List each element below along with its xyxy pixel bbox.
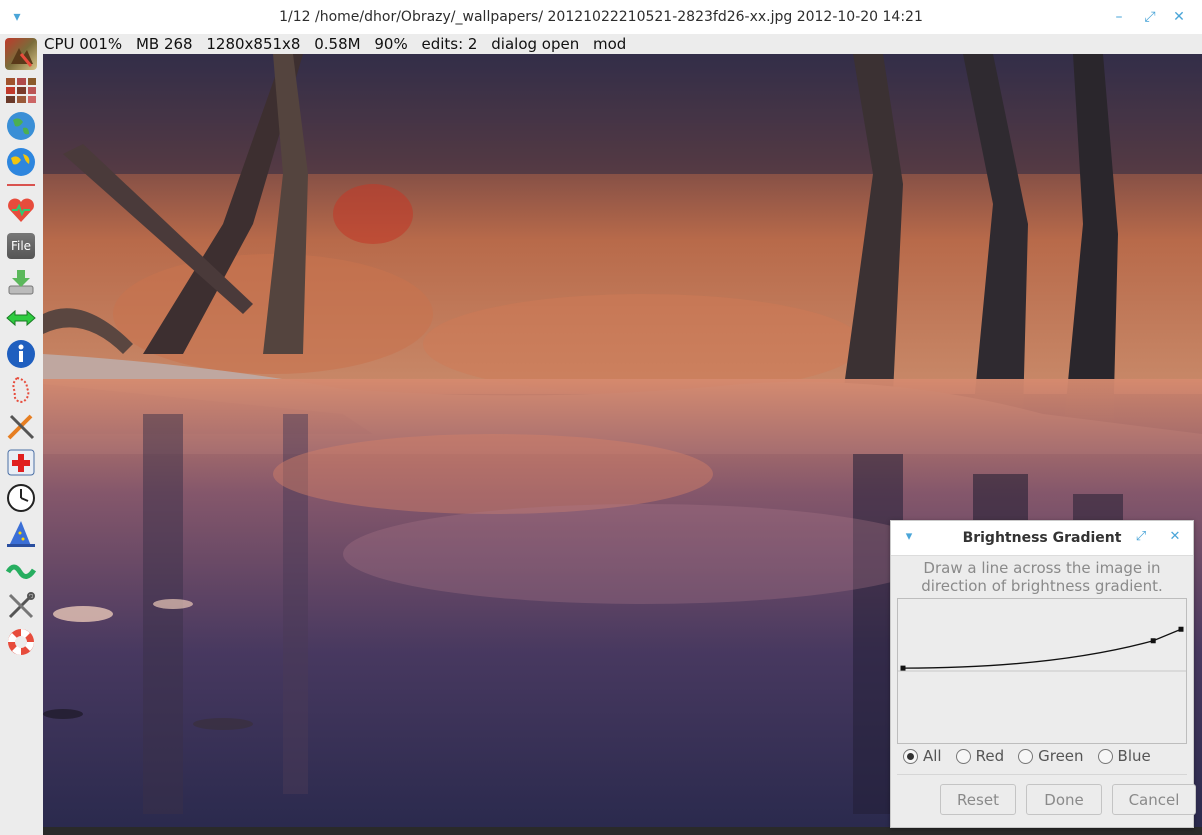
radio-red[interactable]: Red bbox=[955, 747, 1005, 765]
file-menu-icon[interactable]: File bbox=[5, 230, 37, 262]
status-bar: CPU 001% MB 268 1280x851x8 0.58M 90% edi… bbox=[43, 34, 1202, 54]
edit-tools-icon[interactable] bbox=[5, 410, 37, 442]
radio-blue[interactable]: Blue bbox=[1097, 747, 1151, 765]
wizard-hat-icon[interactable] bbox=[5, 518, 37, 550]
status-modified: mod bbox=[593, 35, 627, 53]
save-download-icon[interactable] bbox=[5, 266, 37, 298]
maximize-icon[interactable]: ⤢ bbox=[1141, 8, 1159, 26]
dialog-separator bbox=[897, 774, 1187, 775]
reset-button[interactable]: Reset bbox=[940, 784, 1016, 815]
dialog-button-row: Reset Done Cancel bbox=[940, 784, 1196, 815]
globe-icon[interactable] bbox=[5, 110, 37, 142]
cancel-button[interactable]: Cancel bbox=[1112, 784, 1196, 815]
status-zoom: 90% bbox=[374, 35, 408, 53]
radio-green[interactable]: Green bbox=[1018, 747, 1084, 765]
channel-radio-group: All Red Green Blue bbox=[903, 747, 1151, 765]
image-bottom-edge bbox=[43, 827, 1202, 835]
curve-node[interactable] bbox=[900, 665, 906, 671]
dialog-title-bar: ▾ Brightness Gradient ⤢ ✕ bbox=[891, 521, 1193, 556]
curve-node[interactable] bbox=[1150, 638, 1156, 644]
radio-all-circle[interactable] bbox=[903, 748, 918, 764]
maximize-icon[interactable]: ⤢ bbox=[1133, 529, 1149, 545]
clock-icon[interactable] bbox=[5, 482, 37, 514]
favorites-heart-icon[interactable] bbox=[5, 194, 37, 226]
window-title-bar: ▾ 1/12 /home/dhor/Obrazy/_wallpapers/ 20… bbox=[0, 0, 1202, 35]
world-map-icon[interactable] bbox=[5, 146, 37, 178]
settings-tools-icon[interactable] bbox=[5, 590, 37, 622]
radio-all-label: All bbox=[923, 747, 942, 765]
plugins-add-icon[interactable] bbox=[5, 446, 37, 478]
done-button[interactable]: Done bbox=[1026, 784, 1102, 815]
resize-arrows-icon[interactable] bbox=[5, 302, 37, 334]
radio-green-circle[interactable] bbox=[1018, 748, 1034, 764]
curve-node[interactable] bbox=[1178, 626, 1184, 632]
gallery-icon[interactable] bbox=[5, 74, 37, 106]
window-title: 1/12 /home/dhor/Obrazy/_wallpapers/ 2012… bbox=[279, 9, 923, 25]
status-cpu: CPU 001% bbox=[44, 35, 123, 53]
help-lifebuoy-icon[interactable] bbox=[5, 626, 37, 658]
close-icon[interactable]: ✕ bbox=[1170, 8, 1188, 26]
curve-canvas[interactable] bbox=[898, 599, 1186, 743]
minimize-icon[interactable]: – bbox=[1110, 8, 1128, 26]
left-toolbar: File bbox=[0, 34, 43, 835]
status-file-size: 0.58M bbox=[314, 35, 361, 53]
select-lasso-icon[interactable] bbox=[5, 374, 37, 406]
status-dialog: dialog open bbox=[491, 35, 580, 53]
radio-green-label: Green bbox=[1038, 747, 1084, 765]
radio-all[interactable]: All bbox=[903, 747, 942, 765]
radio-blue-circle[interactable] bbox=[1097, 748, 1113, 764]
dialog-instruction: Draw a line across the image in directio… bbox=[921, 559, 1163, 595]
info-icon[interactable] bbox=[5, 338, 37, 370]
warp-icon[interactable] bbox=[5, 554, 37, 586]
gradient-curve bbox=[902, 628, 1182, 669]
separator-line bbox=[7, 184, 35, 186]
status-memory: MB 268 bbox=[135, 35, 193, 53]
radio-red-label: Red bbox=[975, 747, 1005, 765]
status-dimensions: 1280x851x8 bbox=[206, 35, 301, 53]
brightness-gradient-dialog: ▾ Brightness Gradient ⤢ ✕ Draw a line ac… bbox=[890, 520, 1196, 828]
gradient-curve-editor[interactable] bbox=[897, 598, 1187, 744]
close-icon[interactable]: ✕ bbox=[1167, 529, 1183, 545]
image-thumbnail-icon[interactable] bbox=[5, 38, 37, 70]
status-edits: edits: 2 bbox=[421, 35, 478, 53]
file-label: File bbox=[7, 233, 35, 259]
radio-blue-label: Blue bbox=[1117, 747, 1151, 765]
radio-red-circle[interactable] bbox=[955, 748, 971, 764]
